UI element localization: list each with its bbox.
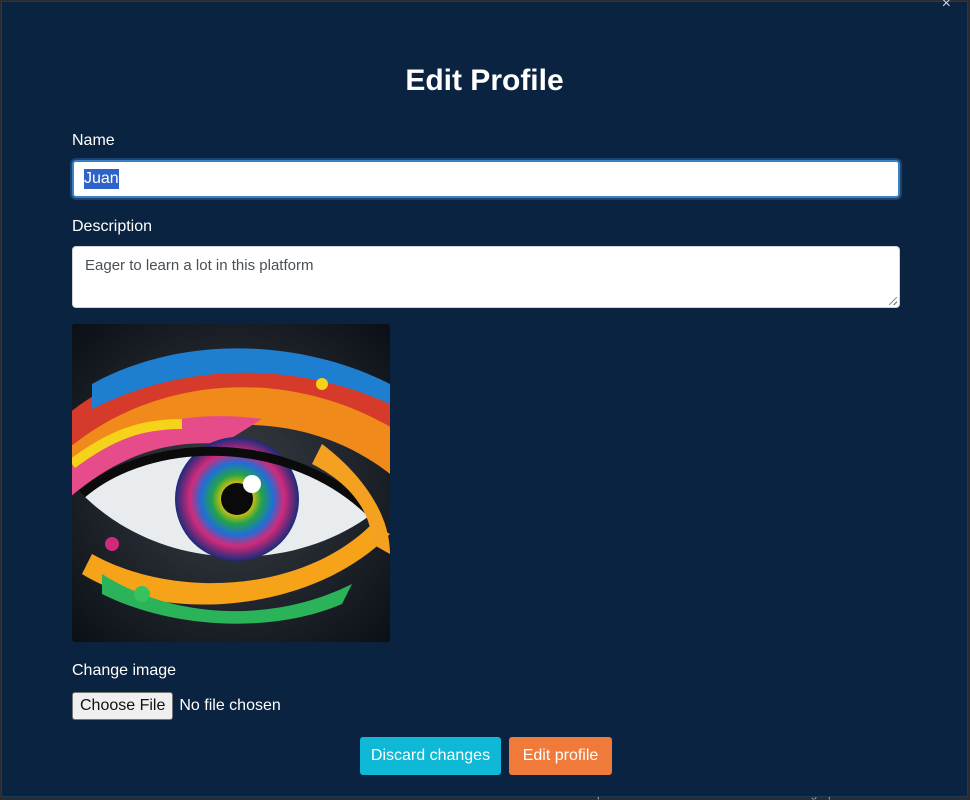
modal-title: Edit Profile — [405, 64, 564, 97]
name-label: Name — [72, 132, 115, 149]
name-input[interactable]: Juan — [72, 160, 900, 198]
file-status-text: No file chosen — [179, 697, 281, 714]
change-image-label: Change image — [72, 662, 177, 679]
resize-handle-icon[interactable] — [889, 297, 897, 305]
choose-file-button[interactable]: Choose File — [72, 692, 174, 720]
edit-profile-button[interactable]: Edit profile — [509, 737, 612, 775]
discard-changes-button[interactable]: Discard changes — [360, 737, 501, 775]
profile-image — [72, 324, 390, 642]
edit-profile-modal: × Edit Profile Name Juan Description Eag… — [1, 0, 968, 797]
file-input: Choose File No file chosen — [72, 692, 281, 720]
description-value: Eager to learn a lot in this platform — [85, 257, 314, 274]
close-icon[interactable]: × — [942, 0, 951, 12]
description-textarea[interactable]: Eager to learn a lot in this platform — [72, 246, 900, 308]
name-input-value: Juan — [84, 169, 119, 189]
eye-artwork-icon — [72, 324, 390, 642]
description-label: Description — [72, 218, 153, 235]
